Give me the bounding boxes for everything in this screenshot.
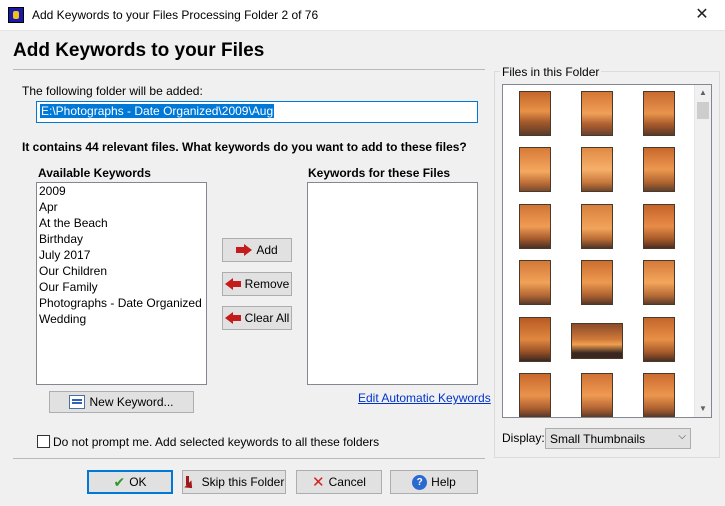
files-group-label: Files in this Folder: [500, 65, 602, 79]
photo-thumbnail[interactable]: [581, 373, 613, 417]
display-select[interactable]: Small Thumbnails ⌵: [545, 428, 691, 449]
scroll-down-icon[interactable]: ▼: [695, 401, 711, 417]
left-arrow-icon: [224, 312, 241, 324]
help-button[interactable]: ? Help: [390, 470, 478, 494]
photo-thumbnail[interactable]: [519, 260, 551, 305]
photo-thumbnail[interactable]: [581, 91, 613, 136]
add-button[interactable]: Add: [222, 238, 292, 262]
scroll-up-icon[interactable]: ▲: [695, 85, 711, 101]
keyword-icon: [69, 395, 86, 409]
list-item[interactable]: July 2017: [37, 247, 206, 263]
photo-thumbnail[interactable]: [581, 204, 613, 249]
folder-prompt: The following folder will be added:: [22, 84, 203, 98]
photo-thumbnail[interactable]: [519, 204, 551, 249]
list-item[interactable]: At the Beach: [37, 215, 206, 231]
scrollbar-thumb[interactable]: [697, 102, 709, 119]
thumbnail-panel[interactable]: ▲ ▼: [502, 84, 712, 418]
edit-automatic-keywords-link[interactable]: Edit Automatic Keywords: [358, 391, 491, 405]
list-item[interactable]: Photographs - Date Organized: [37, 295, 206, 311]
list-item[interactable]: Apr: [37, 199, 206, 215]
new-keyword-button[interactable]: New Keyword...: [49, 391, 194, 413]
selected-keywords-label: Keywords for these Files: [308, 166, 451, 180]
photo-thumbnail[interactable]: [643, 147, 675, 192]
photo-thumbnail[interactable]: [643, 317, 675, 362]
clear-all-button-label: Clear All: [244, 311, 290, 325]
list-item[interactable]: 2009: [37, 183, 206, 199]
selected-keywords-list[interactable]: [307, 182, 478, 385]
cancel-button[interactable]: ✕ Cancel: [296, 470, 382, 494]
app-icon: [8, 7, 24, 23]
photo-thumbnail[interactable]: [519, 317, 551, 362]
photo-thumbnail[interactable]: [643, 91, 675, 136]
cancel-button-label: Cancel: [328, 475, 366, 489]
photo-thumbnail[interactable]: [643, 204, 675, 249]
clear-all-button[interactable]: Clear All: [222, 306, 292, 330]
close-icon: ✕: [312, 474, 325, 491]
list-item[interactable]: Birthday: [37, 231, 206, 247]
right-arrow-icon: [236, 244, 253, 256]
photo-thumbnail[interactable]: [581, 260, 613, 305]
help-icon: ?: [412, 474, 428, 490]
left-arrow-icon: [224, 278, 241, 290]
help-button-label: Help: [431, 475, 456, 489]
skip-folder-label: Skip this Folder: [201, 475, 285, 489]
photo-thumbnail[interactable]: [571, 323, 623, 359]
available-keywords-label: Available Keywords: [38, 166, 151, 180]
skip-arrow-icon: [184, 475, 198, 489]
photo-thumbnail[interactable]: [581, 147, 613, 192]
files-question: It contains 44 relevant files. What keyw…: [22, 140, 467, 154]
display-select-value: Small Thumbnails: [550, 432, 646, 446]
photo-thumbnail[interactable]: [643, 260, 675, 305]
list-item[interactable]: Wedding: [37, 311, 206, 327]
display-label: Display:: [502, 431, 545, 445]
chevron-down-icon: ⌵: [678, 431, 686, 442]
remove-button-label: Remove: [244, 277, 290, 291]
title-bar: Add Keywords to your Files Processing Fo…: [0, 0, 725, 31]
dont-prompt-checkbox[interactable]: [37, 435, 50, 448]
available-keywords-list[interactable]: 2009 Apr At the Beach Birthday July 2017…: [36, 182, 207, 385]
window-title: Add Keywords to your Files Processing Fo…: [32, 8, 319, 22]
photo-thumbnail[interactable]: [519, 147, 551, 192]
heading-divider: [13, 69, 485, 70]
list-item[interactable]: Our Children: [37, 263, 206, 279]
remove-button[interactable]: Remove: [222, 272, 292, 296]
skip-folder-button[interactable]: Skip this Folder: [182, 470, 286, 494]
dont-prompt-label: Do not prompt me. Add selected keywords …: [53, 435, 380, 449]
close-button[interactable]: ✕: [679, 0, 725, 30]
folder-path-field[interactable]: E:\Photographs - Date Organized\2009\Aug: [36, 101, 478, 123]
list-item[interactable]: Our Family: [37, 279, 206, 295]
photo-thumbnail[interactable]: [519, 91, 551, 136]
folder-path-text: E:\Photographs - Date Organized\2009\Aug: [40, 104, 275, 118]
photo-thumbnail[interactable]: [643, 373, 675, 417]
checkmark-icon: ✔: [113, 473, 126, 490]
photo-thumbnail[interactable]: [519, 373, 551, 417]
ok-button-label: OK: [129, 475, 147, 489]
add-button-label: Add: [256, 243, 278, 257]
thumbnail-scrollbar[interactable]: ▲ ▼: [694, 85, 711, 417]
footer-divider: [13, 458, 485, 459]
page-title: Add Keywords to your Files: [13, 40, 265, 61]
new-keyword-label: New Keyword...: [89, 395, 174, 409]
ok-button[interactable]: ✔ OK: [87, 470, 173, 494]
